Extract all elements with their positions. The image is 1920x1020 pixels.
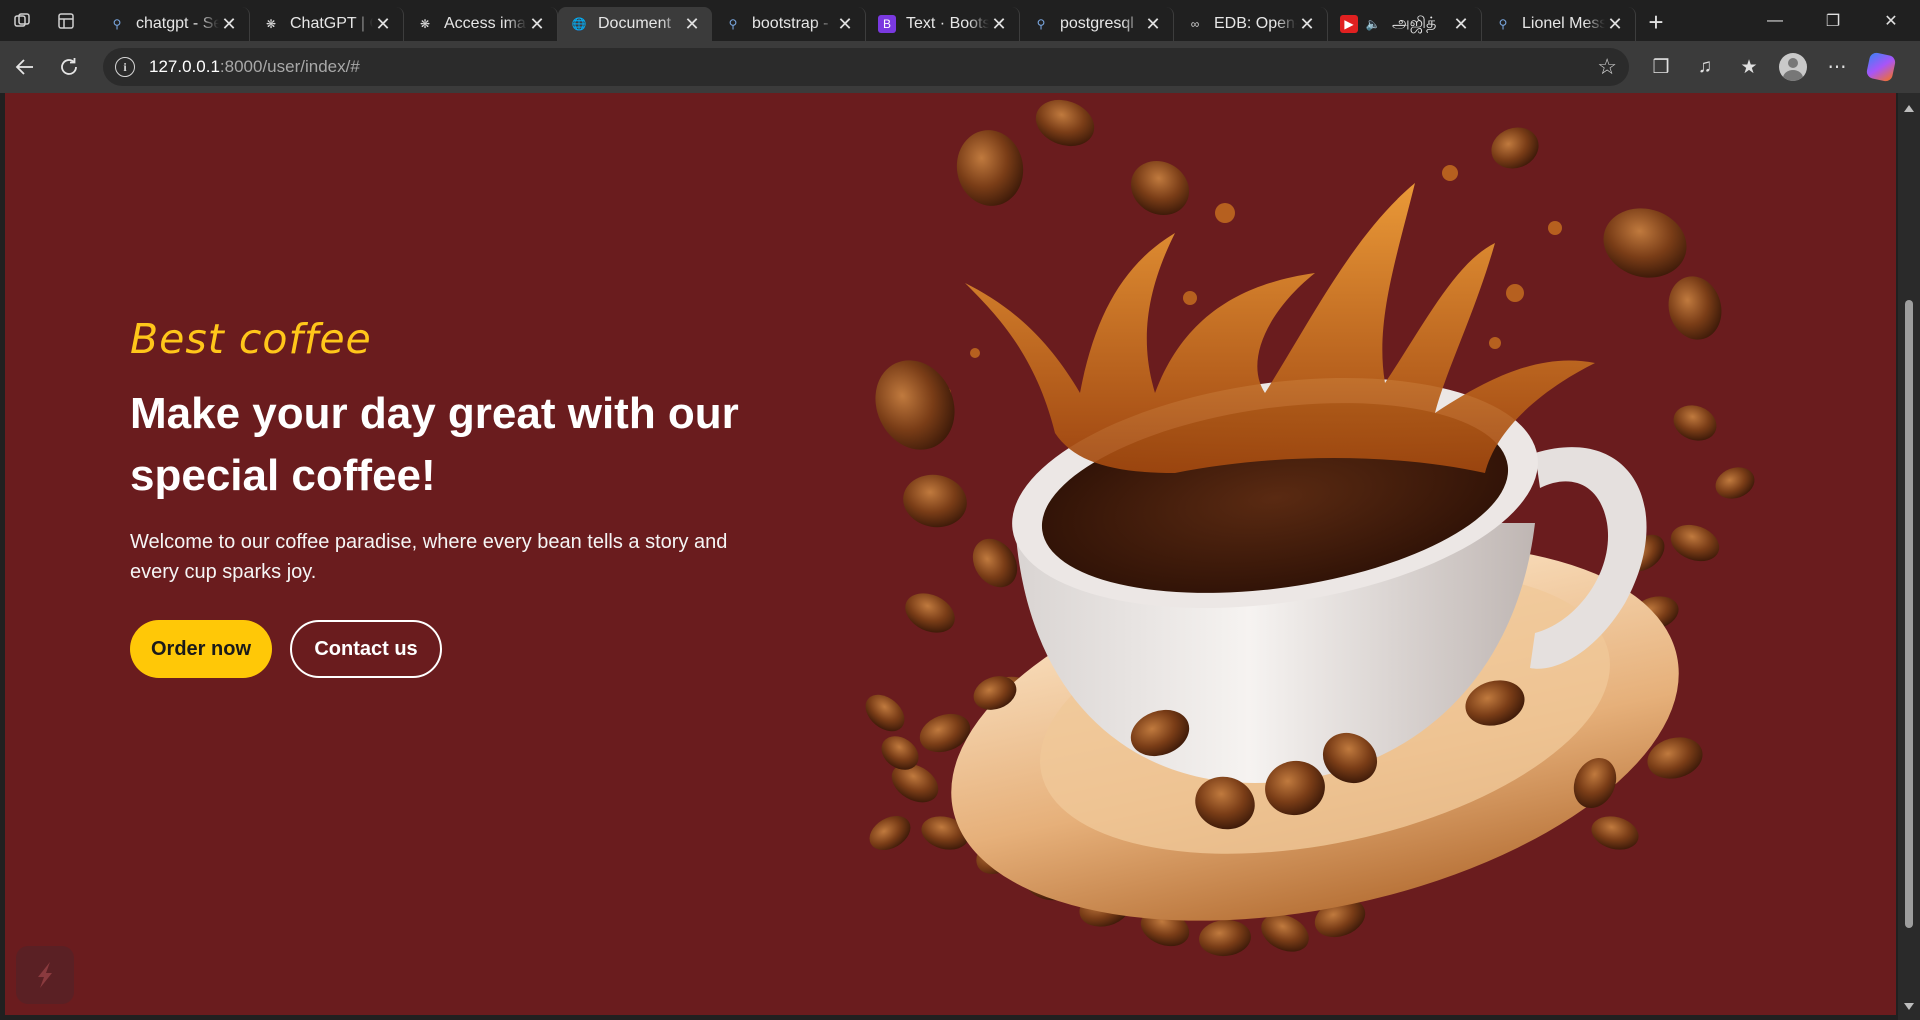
- tab-list: ⚲ chatgpt - Se ✕ ❋ ChatGPT | C ✕ ❋ Access imag ✕…: [96, 0, 1636, 41]
- tab-title: Access imag: [444, 15, 527, 32]
- avatar: [1779, 53, 1807, 81]
- url-path: :8000/user/index/#: [219, 57, 360, 76]
- favorite-star-icon[interactable]: ☆: [1597, 54, 1617, 80]
- tab-4[interactable]: ⚲ bootstrap - ✕: [712, 7, 866, 41]
- close-tab-icon[interactable]: ✕: [1605, 14, 1625, 35]
- back-icon[interactable]: [3, 47, 47, 87]
- close-window-icon[interactable]: ✕: [1862, 0, 1920, 41]
- vertical-tabs-icon[interactable]: [44, 0, 88, 41]
- tab-0[interactable]: ⚲ chatgpt - Se ✕: [96, 7, 250, 41]
- tab-1[interactable]: ❋ ChatGPT | C ✕: [250, 7, 404, 41]
- minimize-icon[interactable]: —: [1746, 0, 1804, 41]
- tab-6[interactable]: ⚲ postgresql ✕: [1020, 7, 1174, 41]
- tab-title: ChatGPT | C: [290, 15, 373, 32]
- new-tab-button[interactable]: +: [1636, 6, 1676, 40]
- chatgpt-icon: ❋: [265, 17, 277, 31]
- profile-icon[interactable]: [1771, 47, 1815, 87]
- search-icon: ⚲: [112, 17, 122, 31]
- site-info-icon[interactable]: i: [115, 57, 135, 77]
- extensions-icon[interactable]: ❒: [1639, 47, 1683, 87]
- scroll-down-icon[interactable]: [1904, 1003, 1914, 1010]
- url-host: 127.0.0.1: [149, 57, 220, 76]
- tab-title: அஜித்: [1392, 15, 1437, 32]
- bootstrap-icon: B: [878, 15, 896, 33]
- page-scrollbar[interactable]: [1898, 93, 1920, 1020]
- coffee-cup-image: [865, 99, 1755, 957]
- scroll-up-icon[interactable]: [1904, 105, 1914, 112]
- close-tab-icon[interactable]: ✕: [373, 14, 393, 35]
- chatgpt-icon: ❋: [419, 17, 431, 31]
- copilot-logo: [1865, 51, 1897, 83]
- edb-icon: ∞: [1190, 17, 1200, 31]
- contact-us-button[interactable]: Contact us: [290, 620, 442, 678]
- toolbar-actions: ❒ ♫ ★ ⋯: [1639, 47, 1903, 87]
- tab-title: Lionel Mess: [1522, 15, 1605, 32]
- hero-section: Best coffee Make your day great with our…: [5, 93, 1896, 1015]
- tab-title: postgresql: [1060, 15, 1134, 32]
- search-icon: ⚲: [728, 17, 738, 31]
- tab-9[interactable]: ⚲ Lionel Mess ✕: [1482, 7, 1636, 41]
- page-viewport: Best coffee Make your day great with our…: [0, 93, 1920, 1020]
- globe-icon: 🌐: [571, 17, 587, 31]
- hero-eyebrow: Best coffee: [130, 315, 372, 363]
- window-controls: — ❐ ✕: [1746, 0, 1920, 41]
- tab-5[interactable]: B Text · Boots ✕: [866, 7, 1020, 41]
- coffee-splash: [965, 183, 1595, 473]
- tab-8[interactable]: ▶ 🔈 அஜித் ✕: [1328, 7, 1482, 41]
- tab-title: Text · Boots: [906, 15, 989, 32]
- tab-title: bootstrap -: [752, 15, 829, 32]
- tab-title: EDB: Open-: [1214, 15, 1297, 32]
- url-text[interactable]: 127.0.0.1:8000/user/index/#: [149, 57, 360, 77]
- tab-title: Document: [598, 15, 671, 32]
- restore-icon[interactable]: ❐: [1804, 0, 1862, 41]
- floating-action-button[interactable]: [16, 946, 74, 1004]
- speaker-icon[interactable]: 🔈: [1364, 15, 1382, 33]
- search-icon: ⚲: [1036, 17, 1046, 31]
- close-tab-icon[interactable]: ✕: [682, 14, 702, 35]
- scrollbar-thumb[interactable]: [1905, 300, 1913, 928]
- close-tab-icon[interactable]: ✕: [219, 14, 239, 35]
- order-now-button[interactable]: Order now: [130, 620, 272, 678]
- hero-headline: Make your day great with our special cof…: [130, 389, 739, 500]
- search-icon: ⚲: [1498, 17, 1508, 31]
- close-tab-icon[interactable]: ✕: [1297, 14, 1317, 35]
- refresh-icon[interactable]: [47, 47, 91, 87]
- workspaces-icon[interactable]: [0, 0, 44, 41]
- close-tab-icon[interactable]: ✕: [989, 14, 1009, 35]
- hero-lead: Welcome to our coffee paradise, where ev…: [130, 531, 728, 583]
- youtube-icon: ▶: [1340, 15, 1358, 33]
- close-tab-icon[interactable]: ✕: [1143, 14, 1163, 35]
- address-bar[interactable]: i 127.0.0.1:8000/user/index/# ☆: [103, 48, 1629, 86]
- tab-2[interactable]: ❋ Access imag ✕: [404, 7, 558, 41]
- browser-tab-strip: ⚲ chatgpt - Se ✕ ❋ ChatGPT | C ✕ ❋ Access imag ✕…: [0, 0, 1920, 41]
- favorites-icon[interactable]: ★: [1727, 47, 1771, 87]
- tab-3[interactable]: 🌐 Document ✕: [558, 7, 712, 41]
- more-menu-icon[interactable]: ⋯: [1815, 47, 1859, 87]
- lightning-icon: [38, 962, 52, 988]
- tab-7[interactable]: ∞ EDB: Open- ✕: [1174, 7, 1328, 41]
- close-tab-icon[interactable]: ✕: [527, 14, 547, 35]
- close-tab-icon[interactable]: ✕: [835, 14, 855, 35]
- media-control-icon[interactable]: ♫: [1683, 47, 1727, 87]
- tab-title: chatgpt - Se: [136, 15, 219, 32]
- close-tab-icon[interactable]: ✕: [1451, 14, 1471, 35]
- copilot-icon[interactable]: [1859, 47, 1903, 87]
- browser-toolbar: i 127.0.0.1:8000/user/index/# ☆ ❒ ♫ ★ ⋯: [0, 41, 1920, 93]
